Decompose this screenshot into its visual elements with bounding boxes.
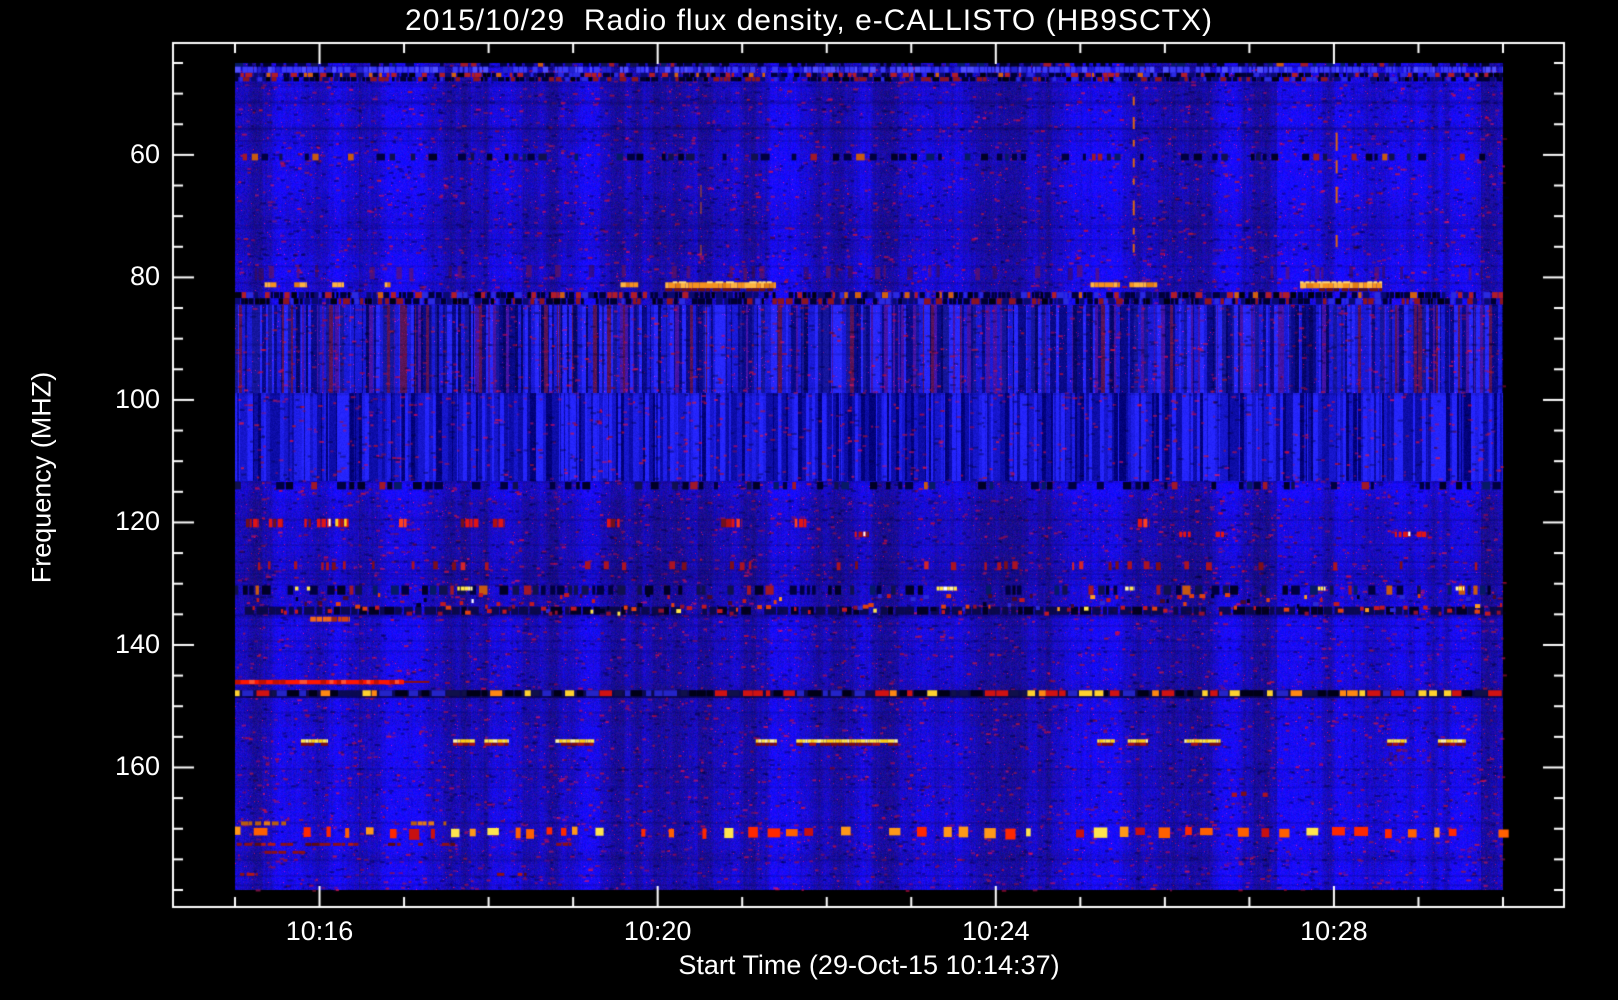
spectrogram-page: 2015/10/29 Radio flux density, e-CALLIST… bbox=[0, 0, 1618, 1000]
y-tick-label: 60 bbox=[129, 138, 160, 169]
chart-title: 2015/10/29 Radio flux density, e-CALLIST… bbox=[405, 4, 1213, 37]
x-tick-label: 10:28 bbox=[1300, 916, 1368, 946]
y-axis-label: Frequency (MHZ) bbox=[26, 371, 57, 584]
x-tick-label: 10:16 bbox=[285, 916, 354, 946]
y-tick-label: 140 bbox=[114, 628, 160, 659]
y-tick-label: 160 bbox=[114, 751, 160, 782]
spectrogram-canvas bbox=[0, 0, 1618, 1000]
x-axis-label: Start Time (29-Oct-15 10:14:37) bbox=[678, 950, 1060, 980]
y-tick-label: 120 bbox=[114, 506, 160, 537]
x-tick-label: 10:24 bbox=[962, 916, 1030, 946]
x-tick-label: 10:20 bbox=[623, 916, 692, 946]
y-tick-label: 80 bbox=[129, 261, 160, 292]
y-tick-label: 100 bbox=[114, 383, 160, 414]
